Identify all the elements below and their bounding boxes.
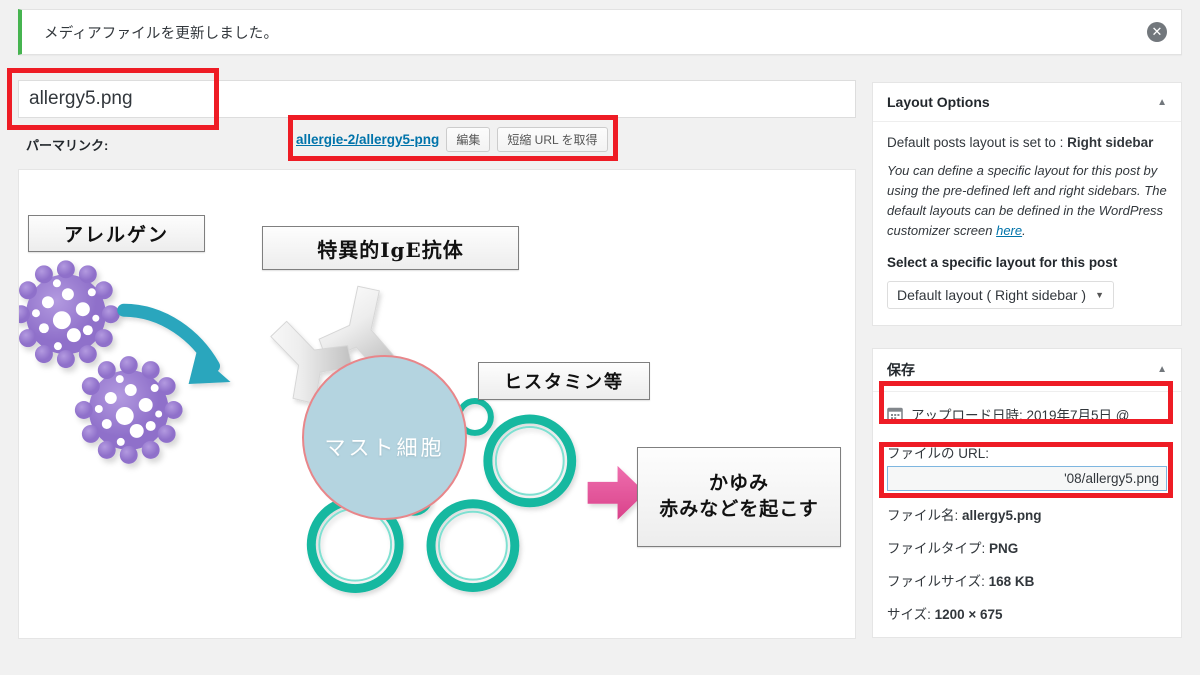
layout-select-value: Default layout ( Right sidebar ) bbox=[897, 286, 1087, 303]
get-shortlink-button[interactable]: 短縮 URL を取得 bbox=[497, 127, 608, 152]
default-layout-value: Right sidebar bbox=[1067, 135, 1154, 150]
sidebar: Layout Options ▲ Default posts layout is… bbox=[872, 82, 1182, 638]
meta-value: 168 KB bbox=[988, 573, 1035, 589]
permalink-label: パーマリンク: bbox=[26, 137, 109, 153]
meta-label: ファイル名: bbox=[887, 507, 959, 523]
title-input[interactable] bbox=[18, 80, 856, 118]
calendar-icon bbox=[887, 407, 903, 422]
notice-message: メディアファイルを更新しました。 bbox=[44, 25, 279, 42]
layout-description-text: You can define a specific layout for thi… bbox=[887, 163, 1167, 239]
upload-date-text: アップロード日時: 2019年7月5日 @ bbox=[911, 407, 1130, 423]
chevron-up-icon[interactable]: ▲ bbox=[1157, 97, 1167, 108]
layout-description: You can define a specific layout for thi… bbox=[887, 161, 1167, 242]
title-wrap bbox=[7, 68, 856, 130]
meta-label: ファイルサイズ: bbox=[887, 573, 985, 589]
file-meta-list: ファイル名: allergy5.png ファイルタイプ: PNG ファイルサイズ… bbox=[887, 504, 1167, 623]
label-symptoms: かゆみ 赤みなどを起こす bbox=[637, 447, 841, 547]
chevron-down-icon: ▼ bbox=[1095, 289, 1105, 300]
close-circle-icon[interactable]: ✕ bbox=[1147, 22, 1167, 42]
editor-column: パーマリンク: allergie-2/allergy5-png 編集 短縮 UR… bbox=[7, 68, 856, 639]
meta-row-filename: ファイル名: allergy5.png bbox=[887, 504, 1167, 524]
meta-row-filesize: ファイルサイズ: 168 KB bbox=[887, 570, 1167, 590]
permalink-row: パーマリンク: allergie-2/allergy5-png 編集 短縮 UR… bbox=[18, 115, 856, 163]
label-symptoms-line1: かゆみ bbox=[708, 472, 769, 495]
label-ige-antibody: 特異的IgE抗体 bbox=[262, 226, 519, 270]
page-root: メディアファイルを更新しました。 ✕ パーマリンク: allergie-2/al… bbox=[0, 0, 1200, 675]
save-panel-title: 保存 bbox=[887, 361, 915, 378]
customizer-link[interactable]: here bbox=[996, 223, 1022, 238]
layout-description-end: . bbox=[1022, 223, 1026, 239]
layout-options-header[interactable]: Layout Options ▲ bbox=[873, 83, 1181, 122]
updated-notice: メディアファイルを更新しました。 ✕ bbox=[18, 9, 1182, 55]
save-panel: 保存 ▲ アップロード日時: 2019年7月5日 @ ファイルの URL: '0… bbox=[872, 347, 1182, 638]
allergy-diagram: マスト細胞 アレルゲン 特異的IgE抗体 ヒスタミン等 かゆみ 赤みなどを起こす bbox=[19, 170, 855, 638]
permalink-link[interactable]: allergie-2/allergy5-png bbox=[296, 132, 439, 147]
meta-value: PNG bbox=[989, 540, 1019, 556]
meta-label: サイズ: bbox=[887, 606, 931, 622]
meta-value: 1200 × 675 bbox=[934, 606, 1003, 622]
mast-cell-body: マスト細胞 bbox=[302, 355, 467, 520]
label-histamine: ヒスタミン等 bbox=[478, 362, 650, 400]
select-layout-label: Select a specific layout for this post bbox=[887, 254, 1118, 270]
layout-options-title: Layout Options bbox=[887, 94, 990, 110]
mast-cell-label: マスト細胞 bbox=[324, 436, 445, 461]
edit-permalink-button[interactable]: 編集 bbox=[446, 127, 491, 152]
default-layout-prefix: Default posts layout is set to : bbox=[887, 135, 1068, 150]
save-panel-header[interactable]: 保存 ▲ bbox=[873, 349, 1181, 392]
file-url-block: ファイルの URL: bbox=[887, 442, 1167, 491]
default-layout-line: Default posts layout is set to : Right s… bbox=[887, 135, 1167, 150]
permalink-group: allergie-2/allergy5-png 編集 短縮 URL を取得 bbox=[296, 127, 608, 152]
meta-row-filetype: ファイルタイプ: PNG bbox=[887, 537, 1167, 557]
chevron-up-icon[interactable]: ▲ bbox=[1157, 364, 1167, 375]
label-symptoms-line2: 赤みなどを起こす bbox=[659, 498, 819, 520]
attachment-image-panel[interactable]: マスト細胞 アレルゲン 特異的IgE抗体 ヒスタミン等 かゆみ 赤みなどを起こす bbox=[18, 169, 856, 639]
upload-date-row: アップロード日時: 2019年7月5日 @ bbox=[887, 404, 1167, 424]
layout-select[interactable]: Default layout ( Right sidebar ) ▼ bbox=[887, 280, 1115, 309]
file-url-label: ファイルの URL: bbox=[887, 445, 990, 461]
meta-label: ファイルタイプ: bbox=[887, 540, 986, 556]
meta-value: allergy5.png bbox=[962, 507, 1042, 523]
file-url-input[interactable] bbox=[887, 465, 1167, 491]
meta-row-dimensions: サイズ: 1200 × 675 bbox=[887, 603, 1167, 623]
label-allergen: アレルゲン bbox=[28, 215, 205, 252]
layout-options-panel: Layout Options ▲ Default posts layout is… bbox=[872, 82, 1182, 326]
allergen-particles bbox=[19, 260, 183, 464]
